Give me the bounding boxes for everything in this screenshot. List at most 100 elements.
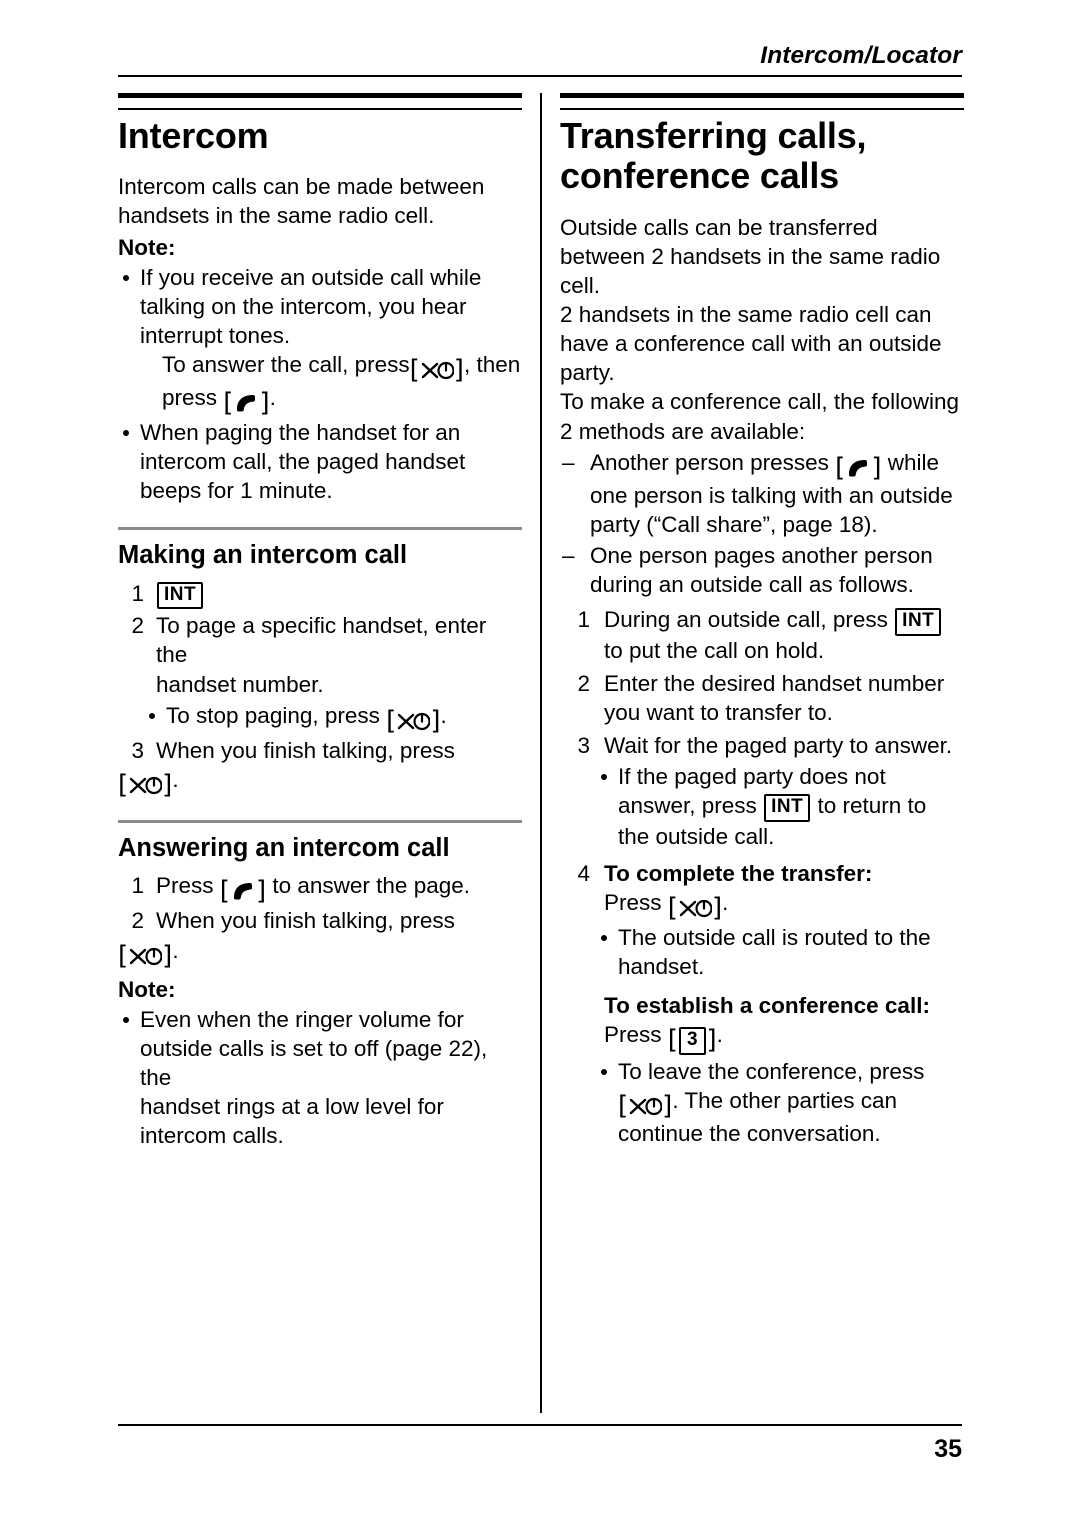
making-step-2-line-2: handset number. [156,671,324,697]
answering-step-2: 2 When you finish talking, press []. [118,906,522,968]
transfer-step-2-line-1: Enter the desired handset number [604,670,945,696]
note-bullet-2-line-3: beeps for 1 minute. [140,478,333,504]
transfer-step-1: 1 During an outside call, press INT to p… [560,605,964,665]
power-off-key-icon: [] [118,769,173,800]
note-2-bullet-line-3: handset rings at a low level for [140,1093,444,1119]
transfer-step-4-bullet-line-2: handset. [618,953,705,979]
right-p3-line-2: 2 methods are available: [560,418,806,444]
transfer-step-3-bullet-line-1: If the paged party does not [618,764,886,790]
method-dash-2-line-1: One person pages another person [590,542,933,568]
method-dash-2-line-2: during an outside call as follows. [590,572,914,597]
note-bullet-2-line-2: intercom call, the paged handset [140,449,466,475]
power-off-key-icon: [] [618,1090,673,1121]
note-bullet-1-line-5a: press [162,384,218,410]
running-header: Intercom/Locator [760,42,962,69]
power-off-key-icon: [] [667,892,723,923]
method-dash-1-line-3: party (“Call share”, page 18). [590,511,878,537]
answering-step-2-line-1: When you finish talking, press [156,908,455,934]
talk-key-icon: [] [219,876,267,907]
transfer-step-3-bullet: If the paged party does not answer, pres… [560,762,964,851]
transfer-step-4-number: 4 [577,860,590,886]
making-step-2: 2 To page a specific handset, enter the … [118,611,522,698]
method-dash-1-line-1b: while [887,449,940,475]
answering-step-2-number: 2 [131,908,144,934]
method-dash-1-line-1a: Another person presses [590,449,829,475]
section-title-answering-intercom-call: Answering an intercom call [118,833,450,862]
power-off-key-icon: [] [118,940,173,971]
chapter-title-intercom: Intercom [118,115,269,156]
transfer-step-3-bullet-line-3: the outside call. [618,823,775,849]
note-2-bullet-line-2: outside calls is set to off (page 22), t… [140,1035,488,1090]
note-bullet-1: If you receive an outside call while tal… [118,263,522,416]
right-p1-line-3: cell. [560,272,601,298]
conference-block: To establish a conference call: Press [3… [560,991,964,1055]
chapter-title-transferring-calls: Transferring calls, conference calls [560,115,964,197]
transfer-step-3-number: 3 [577,732,590,758]
right-p2-line-1: 2 handsets in the same radio cell can [560,302,932,327]
making-step-2-bullet-text: To stop paging, press [166,702,380,728]
column-divider [540,93,542,1413]
right-p2-line-3: party. [560,360,615,386]
note-2-bullet: Even when the ringer volume for outside … [118,1005,522,1151]
note-bullet-1-line-4b: , then [463,351,521,377]
transfer-step-2-line-2: you want to transfer to. [604,699,833,725]
conference-press-b: . [716,1022,723,1048]
conference-bullet-line-2b: . The other parties can [672,1087,898,1113]
right-p1-line-1: Outside calls can be transferred [560,214,878,240]
chapter-rule-left [118,93,522,110]
power-off-key-icon: [] [409,354,464,385]
manual-page: Intercom/Locator Intercom Intercom calls… [0,0,1080,1527]
power-off-key-icon: [] [386,705,441,736]
header-divider [118,75,962,77]
transfer-step-4: 4 To complete the transfer: Press []. [560,859,964,921]
right-p2-line-2: have a conference call with an outside [560,331,942,357]
making-step-2-bullet-end: . [440,702,447,728]
int-key-icon: INT [895,608,942,636]
conference-press-line: Press [3]. [604,1020,964,1056]
method-dash-2: One person pages another person during a… [560,541,964,599]
section-divider-making [118,527,522,531]
answering-step-2-end: . [172,937,179,963]
making-step-2-line-1: To page a specific handset, enter the [156,613,487,668]
transfer-step-1-line-2: to put the call on hold. [604,637,825,663]
note-bullet-1-line-2: talking on the intercom, you hear [140,293,467,319]
conference-bullet-line-3: continue the conversation. [618,1120,881,1146]
transfer-step-4-press-a: Press [604,889,662,915]
transfer-step-1-line-1a: During an outside call, press [604,607,888,633]
answering-step-1-text-b: to answer the page. [272,873,470,899]
method-dash-1: Another person presses [] while one pers… [560,448,964,539]
int-key-icon: INT [764,794,811,822]
conference-press-a: Press [604,1022,662,1048]
footer-divider [118,1424,962,1426]
transfer-step-4-bullet-line-1: The outside call is routed to the [618,924,931,950]
chapter-rule-right [560,93,964,110]
transfer-step-3-bullet-line-2a: answer, press [618,793,757,819]
talk-key-icon: [] [835,452,882,483]
note-bullet-1-line-1: If you receive an outside call while [140,264,482,290]
note-bullet-2: When paging the handset for an intercom … [118,418,522,505]
chapter-title-line-1: Transferring calls, [560,115,867,156]
chapter-title-line-2: conference calls [560,155,839,197]
transfer-step-3: 3 Wait for the paged party to answer. [560,731,964,760]
talk-key-icon: [] [223,387,270,418]
section-divider-answering [118,819,522,823]
making-step-1: 1 INT [118,579,522,610]
making-step-3-line-1: When you finish talking, press [156,737,455,763]
digit-3-key-icon: [3] [667,1025,717,1056]
right-p3-line-1: To make a conference call, the following [560,389,959,415]
making-step-3-end: . [172,766,179,792]
transfer-step-3-bullet-line-2b: to return to [817,793,927,819]
transfer-step-3-line-1: Wait for the paged party to answer. [604,732,953,758]
transfer-step-4-heading: To complete the transfer: [604,860,873,886]
transfer-step-4-press-b: . [722,889,729,915]
page-number: 35 [934,1435,962,1463]
right-column: Transferring calls, conference calls Out… [560,93,964,1149]
intro-line-1: Intercom calls can be made between [118,174,485,200]
note-bullet-2-line-1: When paging the handset for an [140,419,461,445]
transfer-step-1-number: 1 [577,607,590,633]
right-p1-line-2: between 2 handsets in the same radio [560,243,941,269]
note-2-bullet-line-1: Even when the ringer volume for [140,1006,464,1032]
making-step-3: 3 When you finish talking, press []. [118,736,522,798]
note-bullet-1-line-3: interrupt tones. [140,322,291,348]
conference-bullet-line-1: To leave the conference, press [618,1058,925,1084]
